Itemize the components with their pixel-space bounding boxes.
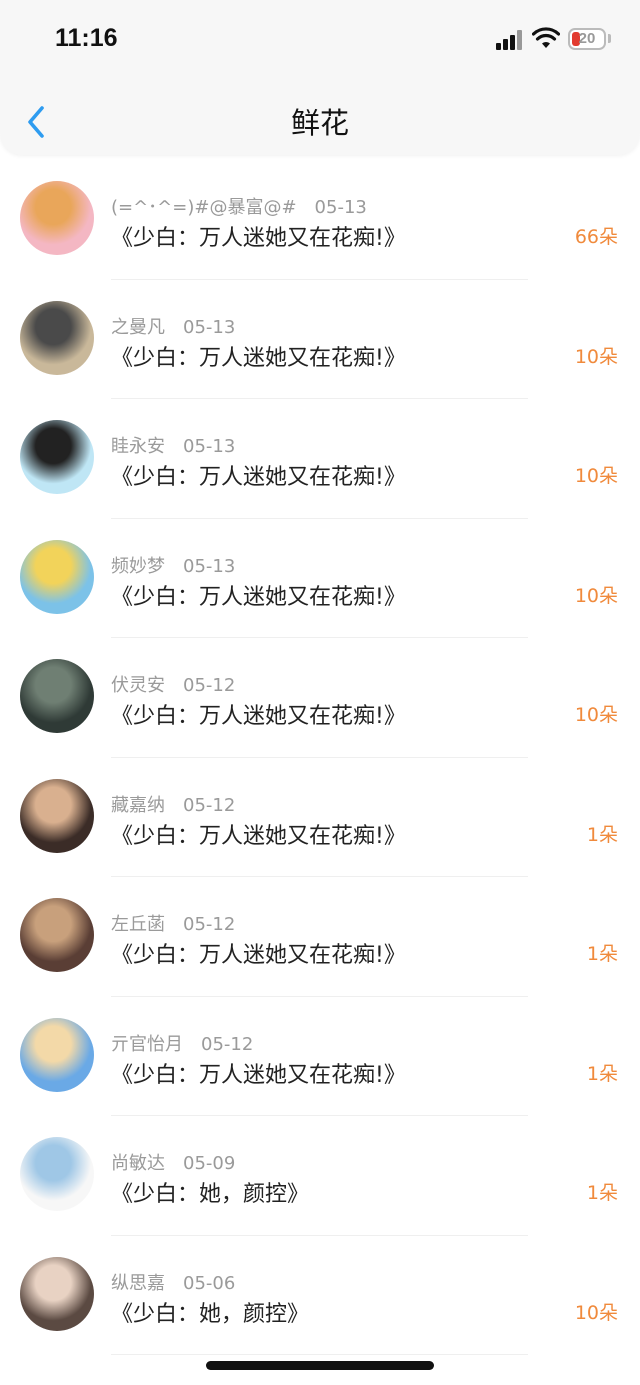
- home-indicator: [206, 1361, 434, 1370]
- book-title[interactable]: 《少白：万人迷她又在花痴!》: [111, 220, 406, 252]
- item-date: 05-13: [314, 197, 367, 218]
- avatar[interactable]: [20, 898, 94, 972]
- avatar[interactable]: [20, 1137, 94, 1211]
- book-title[interactable]: 《少白：万人迷她又在花痴!》: [111, 818, 406, 850]
- user-name[interactable]: 尚敏达: [111, 1153, 165, 1174]
- user-name[interactable]: 亓官怡月: [111, 1034, 183, 1055]
- item-date: 05-09: [183, 1153, 236, 1174]
- item-date: 05-13: [183, 316, 236, 338]
- user-name[interactable]: 纵思嘉: [111, 1273, 165, 1294]
- list-item[interactable]: (=^･^=)#@暴富@# 05-13 《少白：万人迷她又在花痴!》 66朵: [0, 160, 640, 280]
- list-item[interactable]: 藏嘉纳 05-12 《少白：万人迷她又在花痴!》 1朵: [0, 758, 640, 877]
- item-date: 05-12: [183, 914, 236, 935]
- user-name[interactable]: 眭永安: [111, 436, 165, 457]
- item-meta: 亓官怡月 05-12: [111, 1030, 253, 1056]
- flower-count: 10朵: [574, 345, 618, 368]
- battery-icon: 20: [568, 28, 606, 50]
- flower-count: 10朵: [574, 584, 618, 607]
- item-meta: 频妙梦 05-13: [111, 552, 235, 578]
- item-date: 05-13: [183, 436, 236, 457]
- flower-count: 1朵: [586, 823, 618, 846]
- item-date: 05-13: [183, 555, 236, 577]
- flower-count: 1朵: [586, 1062, 618, 1085]
- list-item[interactable]: 亓官怡月 05-12 《少白：万人迷她又在花痴!》 1朵: [0, 997, 640, 1116]
- item-date: 05-12: [183, 794, 236, 816]
- status-time: 11:16: [55, 24, 118, 52]
- list-item[interactable]: 频妙梦 05-13 《少白：万人迷她又在花痴!》 10朵: [0, 519, 640, 638]
- flower-count: 66朵: [574, 226, 618, 248]
- flower-list: (=^･^=)#@暴富@# 05-13 《少白：万人迷她又在花痴!》 66朵 之曼…: [0, 160, 640, 1355]
- list-item[interactable]: 之曼凡 05-13 《少白：万人迷她又在花痴!》 10朵: [0, 280, 640, 399]
- list-item[interactable]: 伏灵安 05-12 《少白：万人迷她又在花痴!》 10朵: [0, 638, 640, 758]
- item-meta: 藏嘉纳 05-12: [111, 791, 235, 817]
- item-meta: (=^･^=)#@暴富@# 05-13: [111, 193, 367, 219]
- page-title: 鲜花: [290, 106, 349, 140]
- flower-count: 1朵: [586, 943, 618, 965]
- item-meta: 伏灵安 05-12: [111, 671, 235, 697]
- item-meta: 眭永安 05-13: [111, 432, 235, 458]
- book-title[interactable]: 《少白：万人迷她又在花痴!》: [111, 1057, 406, 1089]
- flower-count: 10朵: [574, 1301, 618, 1324]
- item-date: 05-12: [201, 1033, 254, 1055]
- divider: [111, 1354, 528, 1355]
- signal-icon: [496, 30, 522, 50]
- flower-count: 10朵: [574, 704, 618, 726]
- item-meta: 纵思嘉 05-06: [111, 1269, 235, 1295]
- user-name[interactable]: 藏嘉纳: [111, 795, 165, 816]
- book-title[interactable]: 《少白：万人迷她又在花痴!》: [111, 698, 406, 730]
- list-item[interactable]: 尚敏达 05-09 《少白：她，颜控》 1朵: [0, 1116, 640, 1236]
- battery-level: 20: [578, 30, 596, 47]
- book-title[interactable]: 《少白：她，颜控》: [111, 1176, 309, 1208]
- avatar[interactable]: [20, 659, 94, 733]
- flower-count: 1朵: [586, 1182, 618, 1204]
- item-meta: 左丘菡 05-12: [111, 910, 235, 936]
- book-title[interactable]: 《少白：万人迷她又在花痴!》: [111, 579, 406, 611]
- user-name[interactable]: 伏灵安: [111, 675, 165, 696]
- avatar[interactable]: [20, 1256, 94, 1331]
- user-name[interactable]: 之曼凡: [111, 317, 165, 338]
- user-name[interactable]: 左丘菡: [111, 914, 165, 935]
- avatar[interactable]: [20, 778, 94, 853]
- battery-tip: [608, 34, 611, 43]
- header: 11:16 20 鲜花: [0, 0, 640, 155]
- book-title[interactable]: 《少白：她，颜控》: [111, 1296, 309, 1328]
- avatar[interactable]: [20, 181, 94, 255]
- item-meta: 尚敏达 05-09: [111, 1149, 235, 1175]
- item-date: 05-06: [183, 1272, 236, 1294]
- list-item[interactable]: 纵思嘉 05-06 《少白：她，颜控》 10朵: [0, 1236, 640, 1355]
- avatar[interactable]: [20, 1017, 94, 1092]
- avatar[interactable]: [20, 420, 94, 494]
- book-title[interactable]: 《少白：万人迷她又在花痴!》: [111, 340, 406, 372]
- user-name[interactable]: 频妙梦: [111, 556, 165, 577]
- avatar[interactable]: [20, 539, 94, 614]
- list-item[interactable]: 左丘菡 05-12 《少白：万人迷她又在花痴!》 1朵: [0, 877, 640, 997]
- avatar[interactable]: [20, 300, 94, 375]
- list-item[interactable]: 眭永安 05-13 《少白：万人迷她又在花痴!》 10朵: [0, 399, 640, 519]
- item-meta: 之曼凡 05-13: [111, 313, 235, 339]
- flower-count: 10朵: [574, 465, 618, 487]
- item-date: 05-12: [183, 675, 236, 696]
- user-name[interactable]: (=^･^=)#@暴富@#: [111, 197, 297, 218]
- book-title[interactable]: 《少白：万人迷她又在花痴!》: [111, 937, 406, 969]
- book-title[interactable]: 《少白：万人迷她又在花痴!》: [111, 459, 406, 491]
- wifi-icon: [532, 27, 560, 48]
